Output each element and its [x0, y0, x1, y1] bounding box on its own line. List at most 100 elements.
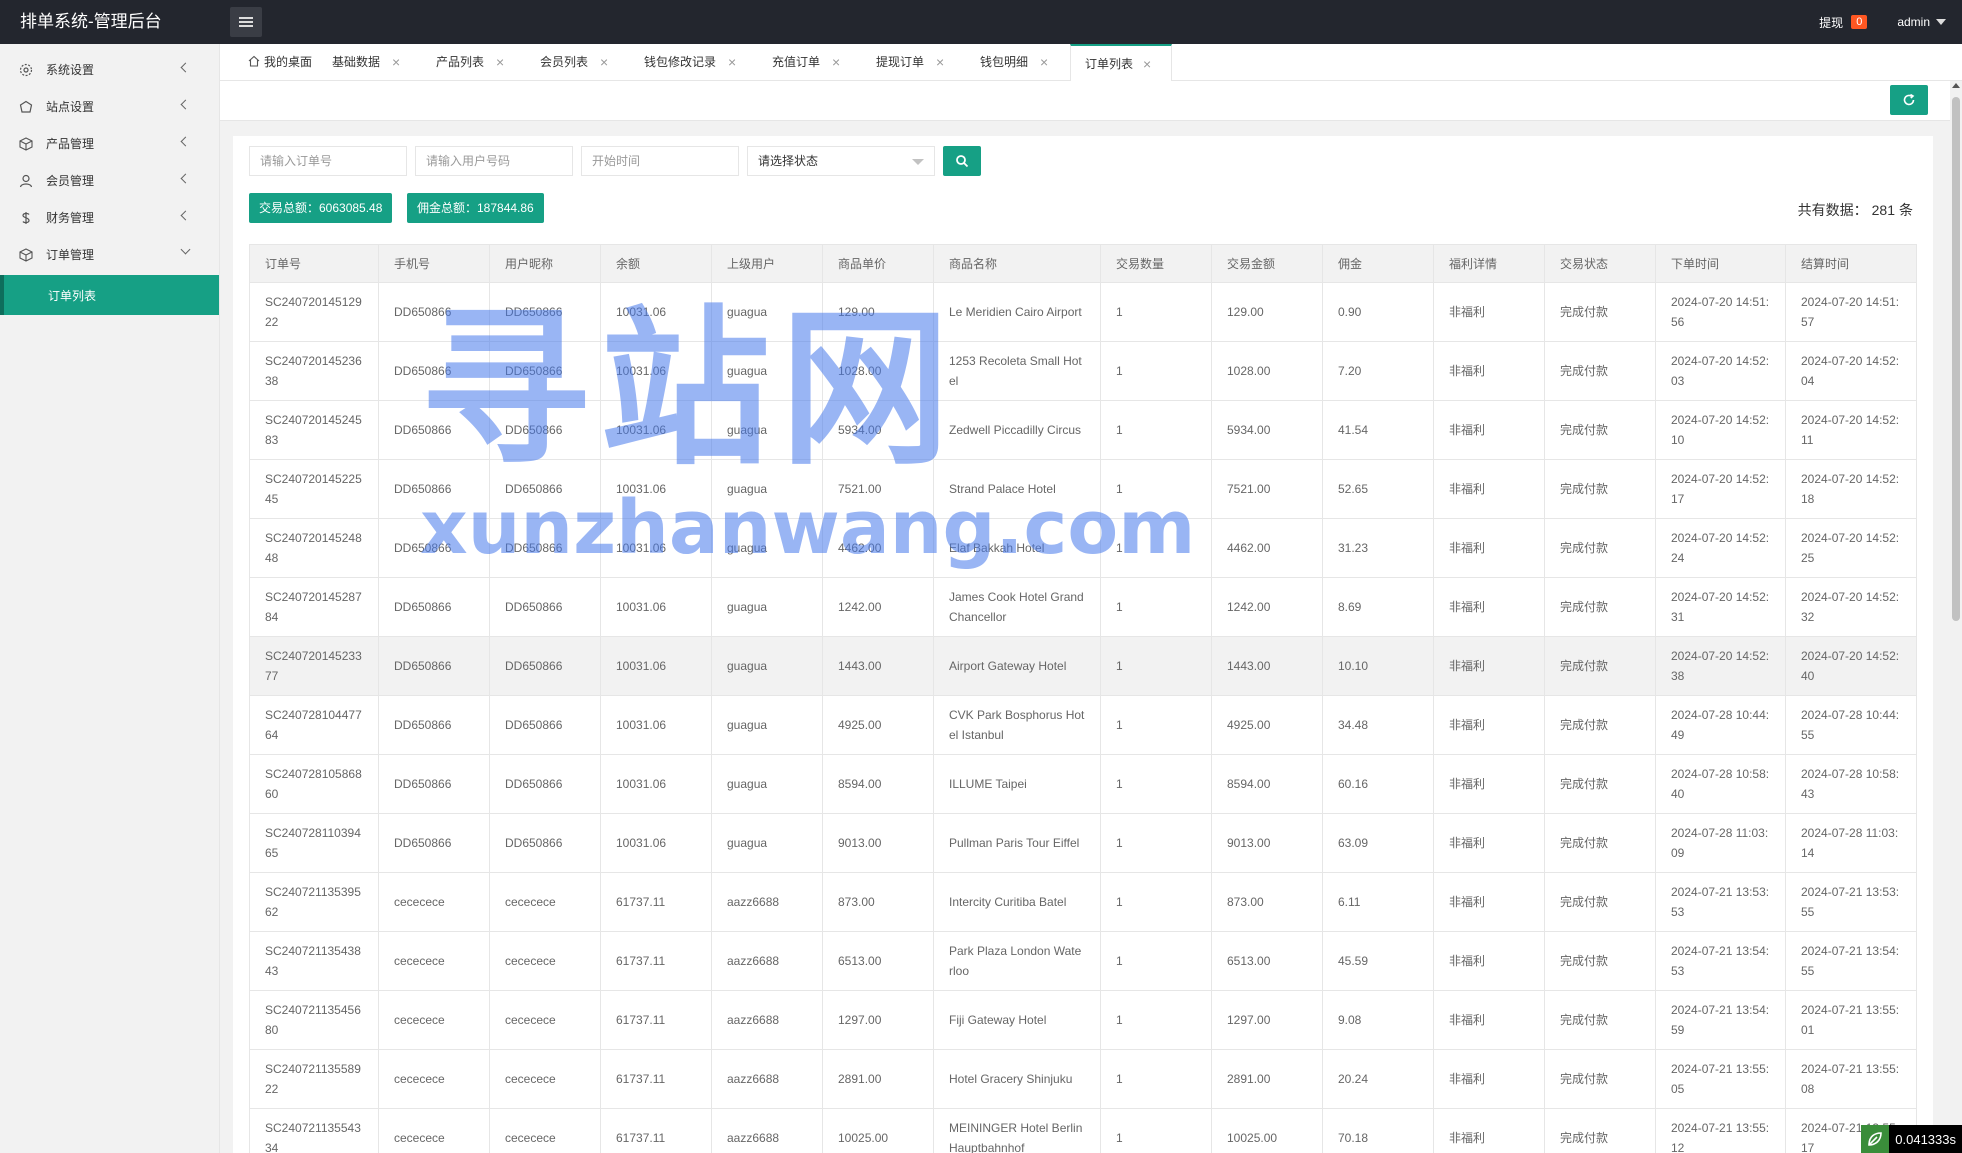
- tab-withdraw-orders[interactable]: 提现订单 ×: [862, 44, 966, 81]
- sidebar-subitem-order-list[interactable]: 订单列表: [0, 275, 219, 315]
- table-cell: DD650866: [378, 695, 490, 755]
- table-cell: 2024-07-20 14:52:40: [1785, 636, 1917, 696]
- table-row[interactable]: SC24072113539562 cececece cececece 61737.11…: [249, 872, 1917, 932]
- table-row[interactable]: SC24072014528784 DD650866 DD650866 10031.06…: [249, 577, 1917, 637]
- table-row[interactable]: SC24072113545680 cececece cececece 61737.11…: [249, 990, 1917, 1050]
- order-number-input[interactable]: [249, 146, 407, 176]
- tab-product-list[interactable]: 产品列表 ×: [422, 44, 526, 81]
- table-cell: 9013.00: [822, 813, 934, 873]
- table-cell: 非福利: [1433, 695, 1545, 755]
- table-row[interactable]: SC24072014524583 DD650866 DD650866 10031.06…: [249, 400, 1917, 460]
- sidebar-item-member-management[interactable]: 会员管理: [0, 162, 219, 199]
- tab-wallet-change-log[interactable]: 钱包修改记录 ×: [630, 44, 758, 81]
- table-row[interactable]: SC24072014524848 DD650866 DD650866 10031.06…: [249, 518, 1917, 578]
- withdraw-link[interactable]: 提现: [1819, 14, 1843, 31]
- col-header[interactable]: 商品单价: [822, 244, 934, 283]
- tab-desktop[interactable]: 我的桌面: [234, 44, 312, 81]
- col-header[interactable]: 交易数量: [1100, 244, 1212, 283]
- home-icon: [248, 55, 260, 67]
- col-header[interactable]: 手机号: [378, 244, 490, 283]
- col-header[interactable]: 结算时间: [1785, 244, 1917, 283]
- scroll-up-icon[interactable]: [1952, 83, 1960, 88]
- sidebar-item-label: 会员管理: [46, 174, 95, 188]
- timer-value: 0.041333s: [1895, 1131, 1956, 1147]
- table-cell: 非福利: [1433, 282, 1545, 342]
- table-cell: 41.54: [1322, 400, 1434, 460]
- close-icon[interactable]: ×: [936, 44, 944, 81]
- table-cell: 2024-07-21 13:55:12: [1655, 1108, 1786, 1153]
- sidebar-item-label: 财务管理: [46, 211, 95, 225]
- close-icon[interactable]: ×: [1040, 44, 1048, 81]
- table-cell: 2024-07-20 14:52:03: [1655, 341, 1786, 401]
- col-header[interactable]: 交易金额: [1211, 244, 1323, 283]
- table-row[interactable]: SC24072810447764 DD650866 DD650866 10031.06…: [249, 695, 1917, 755]
- scrollbar-thumb[interactable]: [1952, 97, 1960, 621]
- sidebar-item-product-management[interactable]: 产品管理: [0, 125, 219, 162]
- col-header[interactable]: 用户昵称: [489, 244, 601, 283]
- refresh-icon: [1903, 93, 1915, 106]
- table-row[interactable]: SC24072014512922 DD650866 DD650866 10031.06…: [249, 282, 1917, 342]
- sidebar-item-order-management[interactable]: 订单管理: [0, 236, 219, 273]
- table-cell: 1242.00: [822, 577, 934, 637]
- col-header[interactable]: 上级用户: [711, 244, 823, 283]
- table-row[interactable]: SC24072810586860 DD650866 DD650866 10031.06…: [249, 754, 1917, 814]
- table-cell: 10031.06: [600, 636, 712, 696]
- close-icon[interactable]: ×: [392, 44, 400, 81]
- table-cell: 非福利: [1433, 636, 1545, 696]
- table-cell: cececece: [378, 1049, 490, 1109]
- page-scrollbar[interactable]: [1950, 81, 1962, 1153]
- close-icon[interactable]: ×: [832, 44, 840, 81]
- table-cell: 8594.00: [822, 754, 934, 814]
- tab-wallet-detail[interactable]: 钱包明细 ×: [966, 44, 1070, 81]
- table-row[interactable]: SC24072811039465 DD650866 DD650866 10031.06…: [249, 813, 1917, 873]
- table-cell: 10031.06: [600, 341, 712, 401]
- tab-recharge-orders[interactable]: 充值订单 ×: [758, 44, 862, 81]
- table-cell: DD650866: [489, 813, 601, 873]
- col-header[interactable]: 余额: [600, 244, 712, 283]
- table-cell: 129.00: [1211, 282, 1323, 342]
- close-icon[interactable]: ×: [1143, 46, 1151, 83]
- col-header[interactable]: 交易状态: [1544, 244, 1656, 283]
- close-icon[interactable]: ×: [728, 44, 736, 81]
- tab-member-list[interactable]: 会员列表 ×: [526, 44, 630, 81]
- table-cell: 10031.06: [600, 518, 712, 578]
- col-header[interactable]: 佣金: [1322, 244, 1434, 283]
- table-cell: DD650866: [378, 754, 490, 814]
- menu-toggle-button[interactable]: [230, 7, 262, 37]
- table-row[interactable]: SC24072014522545 DD650866 DD650866 10031.06…: [249, 459, 1917, 519]
- close-icon[interactable]: ×: [496, 44, 504, 81]
- hamburger-icon: [239, 17, 253, 27]
- table-row[interactable]: SC24072113558922 cececece cececece 61737.11…: [249, 1049, 1917, 1109]
- table-cell: 完成付款: [1544, 400, 1656, 460]
- table-row[interactable]: SC24072014523638 DD650866 DD650866 10031.06…: [249, 341, 1917, 401]
- start-time-input[interactable]: [581, 146, 739, 176]
- caret-down-icon: [912, 159, 924, 165]
- col-header[interactable]: 下单时间: [1655, 244, 1786, 283]
- table-cell: guagua: [711, 459, 823, 519]
- admin-menu[interactable]: admin: [1897, 15, 1946, 29]
- table-cell: 1: [1100, 990, 1212, 1050]
- table-row[interactable]: SC24072113554334 cececece cececece 61737.11…: [249, 1108, 1917, 1153]
- table-cell: 非福利: [1433, 1108, 1545, 1153]
- status-select[interactable]: 请选择状态: [747, 146, 935, 176]
- close-icon[interactable]: ×: [600, 44, 608, 81]
- sidebar-item-site-settings[interactable]: 站点设置: [0, 88, 219, 125]
- table-row[interactable]: SC24072113543843 cececece cececece 61737.11…: [249, 931, 1917, 991]
- table-cell: DD650866: [378, 813, 490, 873]
- refresh-button[interactable]: [1890, 85, 1928, 115]
- order-table-wrap: 订单号 手机号 用户昵称 余额 上级用户 商品单价 商品名称 交易数量 交易金额…: [249, 244, 1917, 1153]
- search-button[interactable]: [943, 146, 981, 176]
- table-row[interactable]: SC24072014523377 DD650866 DD650866 10031.06…: [249, 636, 1917, 696]
- sidebar-item-finance-management[interactable]: 财务管理: [0, 199, 219, 236]
- col-header[interactable]: 福利详情: [1433, 244, 1545, 283]
- tab-basic-data[interactable]: 基础数据 ×: [318, 44, 422, 81]
- sidebar: 系统设置 站点设置 产品管理 会员管理 财务管理 订单管理 订单列表: [0, 44, 220, 1153]
- table-cell: 7.20: [1322, 341, 1434, 401]
- col-header[interactable]: 订单号: [249, 244, 379, 283]
- sidebar-item-system-settings[interactable]: 系统设置: [0, 51, 219, 88]
- tab-order-list[interactable]: 订单列表 ×: [1070, 44, 1172, 81]
- table-cell: aazz6688: [711, 1108, 823, 1153]
- col-header[interactable]: 商品名称: [933, 244, 1101, 283]
- user-number-input[interactable]: [415, 146, 573, 176]
- table-cell: 31.23: [1322, 518, 1434, 578]
